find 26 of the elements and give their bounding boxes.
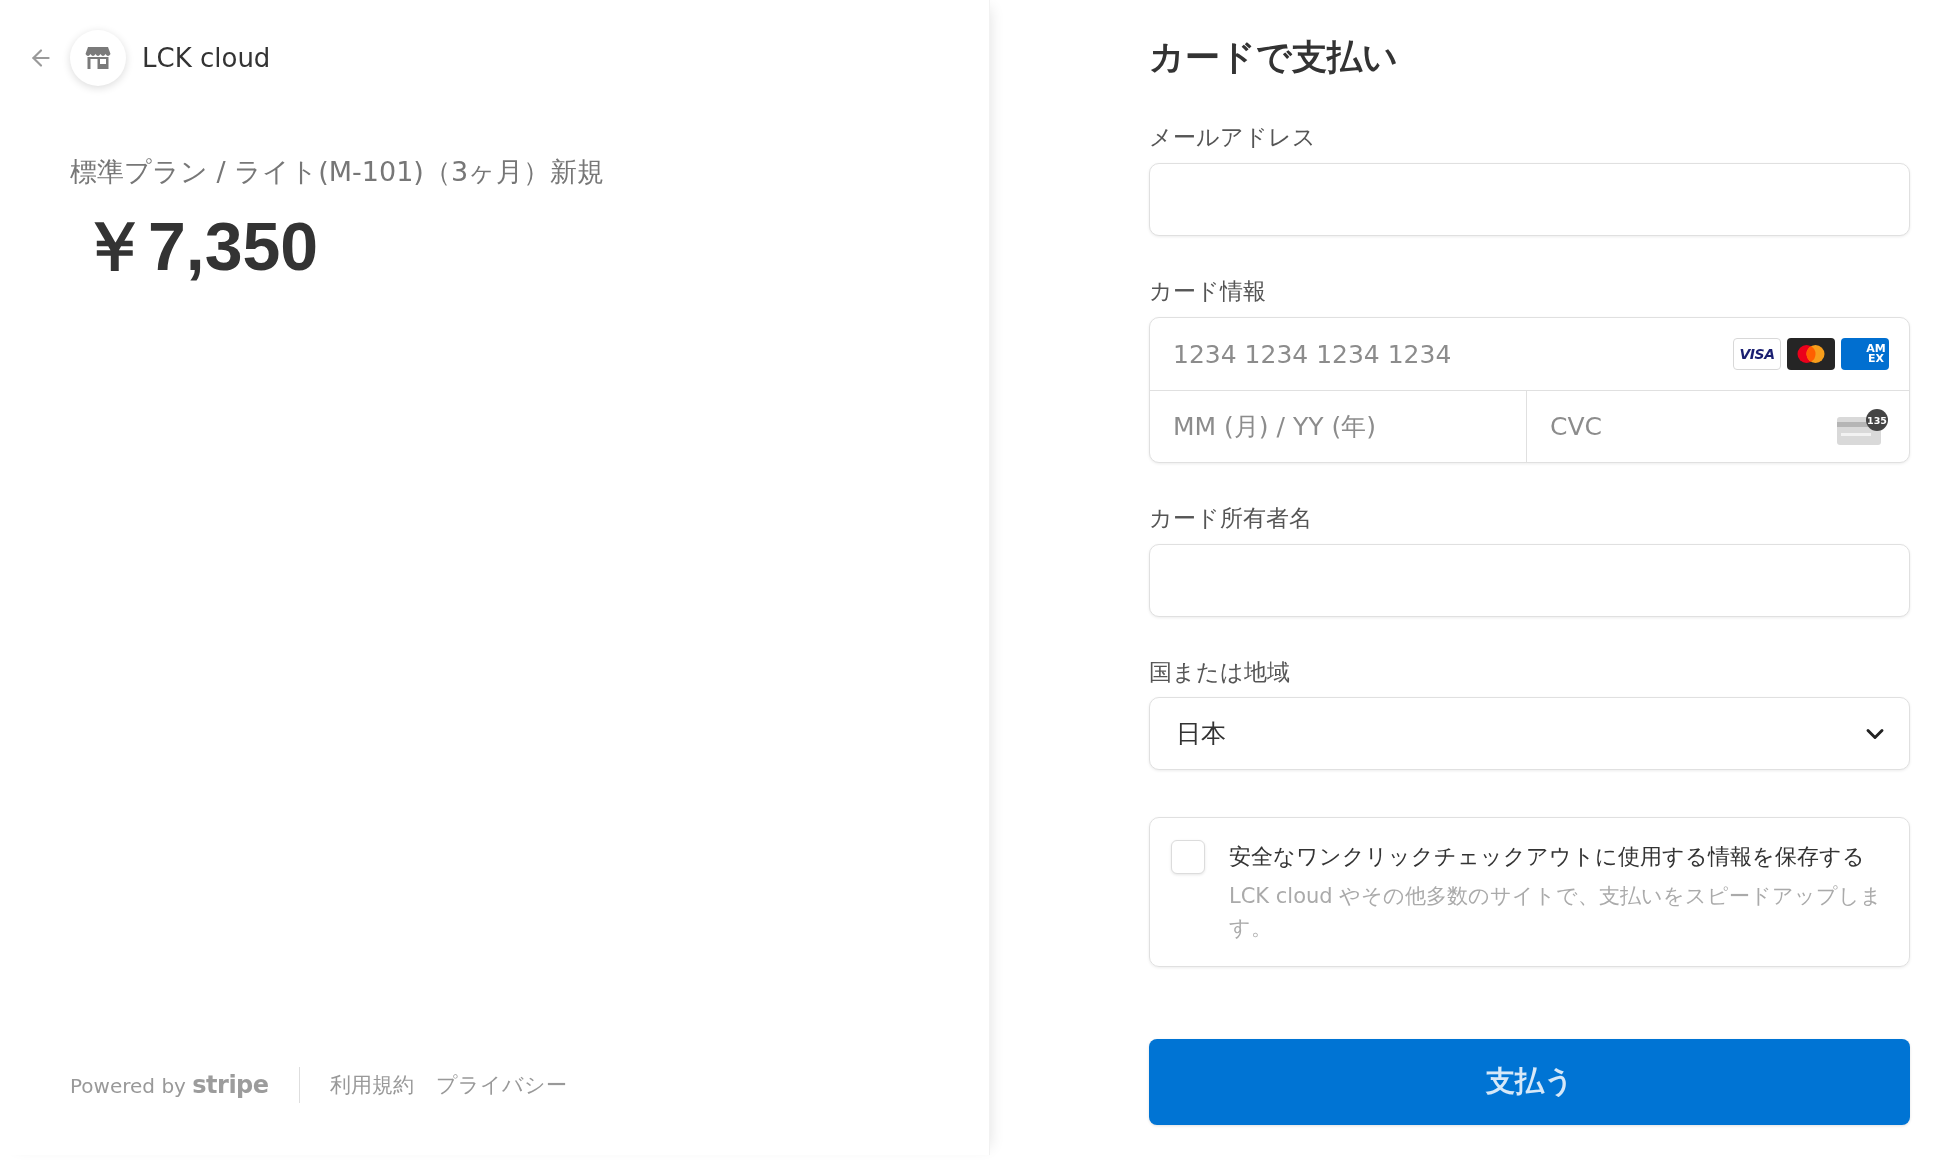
card-details-field[interactable]: 1234 1234 1234 1234 VISA AMEX MM (月) / YY (年) CVC 135 bbox=[1149, 317, 1910, 463]
field-label: メールアドレス bbox=[1149, 123, 1317, 152]
form-title: カードで支払い bbox=[1149, 36, 1399, 79]
country-select[interactable]: 日本 bbox=[1149, 697, 1910, 770]
store-icon bbox=[70, 30, 126, 86]
field-label: カード情報 bbox=[1149, 277, 1267, 306]
card-brand-icon bbox=[1787, 338, 1835, 370]
save-info-label: 安全なワンクリックチェックアウトに使用する情報を保存する bbox=[1229, 843, 1866, 871]
cvc-input[interactable]: CVC bbox=[1527, 391, 1837, 462]
email-input[interactable] bbox=[1149, 163, 1910, 236]
powered-by-link[interactable]: Powered by stripe bbox=[70, 1071, 269, 1099]
checkbox[interactable] bbox=[1171, 840, 1205, 874]
card-brand-logo: VISA bbox=[1733, 338, 1781, 370]
cardholder-input[interactable] bbox=[1149, 544, 1910, 617]
expiry-input[interactable]: MM (月) / YY (年) bbox=[1150, 391, 1527, 462]
product-name: 標準プラン / ライト(M-101)（3ヶ月）新規 bbox=[70, 155, 605, 189]
card-brand-logo: AMEX bbox=[1841, 338, 1889, 370]
price: ￥7,350 bbox=[80, 207, 319, 286]
card-number-input[interactable]: 1234 1234 1234 1234 bbox=[1150, 318, 1733, 390]
pay-button[interactable]: 支払う bbox=[1149, 1039, 1910, 1125]
field-label: カード所有者名 bbox=[1149, 504, 1313, 533]
footer-link[interactable]: 利用規約 bbox=[329, 1071, 414, 1099]
merchant-name: LCK cloud bbox=[142, 43, 271, 73]
save-info-description: LCK cloud やその他多数のサイトで、支払いをスピードアップします。 bbox=[1229, 883, 1884, 942]
field-label: 国または地域 bbox=[1149, 658, 1291, 687]
footer-link[interactable]: プライバシー bbox=[435, 1071, 567, 1099]
